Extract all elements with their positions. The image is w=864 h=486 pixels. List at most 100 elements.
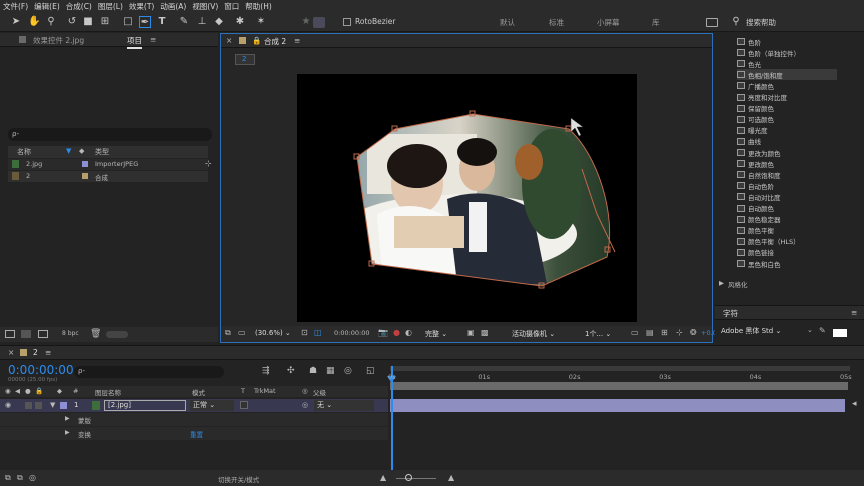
text-tool-icon[interactable]: T (156, 16, 168, 28)
zoom-out-mountain-icon[interactable]: ▲ (380, 473, 386, 482)
mask-property-row[interactable]: ▶ 蒙版 (0, 413, 388, 426)
effect-item[interactable]: 曝光度 (737, 125, 837, 136)
panel-menu-icon[interactable]: ≡ (150, 35, 156, 44)
layer-row[interactable]: ◉ ▼ 1 [2.jpg] 正常 ⌄ ◎ 无 ⌄ (0, 399, 388, 412)
brush-tool-icon[interactable]: ✎ (178, 16, 190, 28)
panel-menu-icon[interactable]: ≡ (45, 348, 51, 357)
project-search-input[interactable]: ρ- (8, 128, 212, 141)
fast-previews-icon[interactable]: ▭ (631, 328, 639, 337)
views-dropdown[interactable]: 1个... ⌄ (585, 329, 611, 339)
always-preview-icon[interactable]: ⧉ (225, 328, 231, 338)
menu-layer[interactable]: 图层(L) (95, 1, 126, 12)
blend-mode-dropdown[interactable]: 正常 ⌄ (190, 400, 234, 411)
comp-mini-flowchart-icon[interactable]: ⇶ (262, 366, 270, 376)
label-column-icon[interactable]: ◆ (79, 147, 84, 155)
tab-project[interactable]: 项目 (127, 35, 142, 49)
safe-margins-icon[interactable]: ⊡ (301, 328, 308, 337)
lock-switch-icon[interactable]: 🔒 (35, 387, 43, 395)
toggle-switches-icon[interactable]: ⧉ (5, 473, 11, 483)
effect-item[interactable]: 更改为颜色 (737, 147, 837, 158)
camera-dropdown[interactable]: 活动摄像机 ⌄ (512, 329, 555, 339)
close-tab-icon[interactable]: × (226, 36, 232, 45)
effect-item[interactable]: 保留颜色 (737, 103, 837, 114)
lock-icon[interactable]: 🔒 (252, 36, 261, 45)
zoom-dropdown[interactable]: (30.6%) ⌄ (255, 329, 291, 337)
pan-behind-tool-icon[interactable]: ⊞ (99, 16, 111, 28)
zoom-in-mountain-icon[interactable]: ▲ (448, 473, 454, 482)
menu-window[interactable]: 窗口 (221, 1, 242, 12)
resolution-dropdown[interactable]: 完整 ⌄ (425, 329, 447, 339)
effect-item[interactable]: 更改颜色 (737, 158, 837, 169)
eraser-tool-icon[interactable]: ◆ (213, 16, 225, 28)
puppet-pin-tool-icon[interactable]: ✶ (255, 16, 267, 28)
label-header-icon[interactable]: ◆ (57, 387, 62, 395)
menu-help[interactable]: 帮助(H) (242, 1, 275, 12)
effect-item[interactable]: 黑色和白色 (737, 258, 837, 269)
expand-arrow-icon[interactable]: ▶ (65, 415, 70, 422)
selection-tool-icon[interactable]: ➤ (10, 16, 22, 28)
expand-layer-icon[interactable]: ▼ (50, 401, 55, 409)
num-header[interactable]: # (73, 387, 78, 395)
region-of-interest-icon[interactable]: ▣ (467, 328, 475, 337)
interpret-footage-icon[interactable] (5, 330, 15, 338)
timeline-zoom-slider[interactable] (396, 478, 436, 479)
trkmat-header[interactable]: TrkMat (254, 387, 276, 395)
tab-timeline[interactable]: 2 (33, 348, 38, 357)
workspace-small-screen[interactable]: 小屏幕 (597, 17, 620, 28)
timeline-icon[interactable]: ▤ (646, 328, 654, 337)
current-time-indicator[interactable] (391, 366, 393, 481)
close-tab-icon[interactable]: × (8, 348, 14, 357)
label-color-swatch[interactable] (82, 173, 88, 179)
hand-tool-icon[interactable]: ✋ (28, 16, 40, 28)
menu-composition[interactable]: 合成(C) (63, 1, 95, 12)
graph-editor-icon[interactable]: ◱ (366, 366, 375, 376)
toggle-switches-modes[interactable]: 切换开关/模式 (218, 474, 259, 484)
snapshot-icon[interactable]: 📷 (378, 328, 388, 337)
parent-header[interactable]: 父级 (313, 387, 326, 397)
effect-item[interactable]: 色阶（单独控件） (737, 47, 837, 58)
toggle-render-time-icon[interactable]: ◎ (29, 473, 36, 482)
workspace-default[interactable]: 默认 (500, 17, 515, 28)
rectangle-tool-icon[interactable]: □ (122, 16, 134, 28)
effect-item[interactable]: 自动对比度 (737, 191, 837, 202)
effects-group-label[interactable]: 风格化 (728, 279, 748, 289)
flowchart-icon[interactable]: ⊹ (205, 159, 212, 168)
new-folder-icon[interactable] (21, 330, 31, 338)
lock-box[interactable] (35, 402, 42, 409)
fill-color-swatch[interactable] (833, 329, 847, 337)
effect-item[interactable]: 颜色稳定器 (737, 214, 837, 225)
comp-breadcrumb[interactable]: 2 (235, 54, 255, 65)
reset-exposure-icon[interactable]: ❂ (690, 328, 697, 337)
expand-timeline-icon[interactable]: ◂ (852, 399, 857, 409)
clone-stamp-tool-icon[interactable]: ⊥ (196, 16, 208, 28)
comp-timecode[interactable]: 0:00:00:00 (334, 329, 370, 337)
visibility-eye-icon[interactable]: ◉ (5, 401, 11, 409)
workspace-standard[interactable]: 标准 (549, 17, 564, 28)
label-color-swatch[interactable] (82, 161, 88, 167)
tab-composition[interactable]: 合成 2 (264, 36, 286, 47)
zoom-slider-thumb[interactable] (405, 474, 412, 481)
audio-switch-icon[interactable]: ◀ (15, 387, 20, 395)
timeline-timecode[interactable]: 0:00:00:00 (8, 363, 74, 377)
frame-blending-icon[interactable]: ▦ (326, 366, 335, 376)
trash-icon[interactable]: 🗑 (90, 329, 101, 339)
effect-item[interactable]: 广播颜色 (737, 80, 837, 91)
effect-item[interactable]: 亮度和对比度 (737, 92, 837, 103)
expand-arrow-icon[interactable]: ▶ (65, 429, 70, 436)
monitor-icon[interactable]: ▭ (238, 328, 246, 337)
menu-effect[interactable]: 效果(T) (126, 1, 157, 12)
comp-flowchart-icon[interactable]: ⊞ (661, 328, 668, 337)
transparency-grid-icon[interactable]: ▩ (481, 328, 489, 337)
camera-tool-icon[interactable]: ■ (82, 16, 94, 28)
work-area-bar[interactable] (390, 366, 850, 371)
menu-view[interactable]: 视图(V) (189, 1, 221, 12)
rotobezier-checkbox[interactable] (343, 18, 351, 26)
expand-arrow-icon[interactable]: ▶ (719, 279, 724, 287)
font-family-dropdown[interactable]: Adobe 黑体 Std ⌄ (721, 326, 801, 339)
panel-menu-icon[interactable]: ≡ (851, 308, 857, 317)
tab-effect-controls[interactable]: 效果控件 2.jpg (33, 35, 84, 46)
toggle-modes-icon[interactable]: ⧉ (17, 473, 23, 483)
effect-item[interactable]: 颜色平衡（HLS） (737, 236, 837, 247)
hide-shy-layers-icon[interactable]: ☗ (309, 366, 317, 376)
roto-brush-tool-icon[interactable]: ✱ (234, 16, 246, 28)
